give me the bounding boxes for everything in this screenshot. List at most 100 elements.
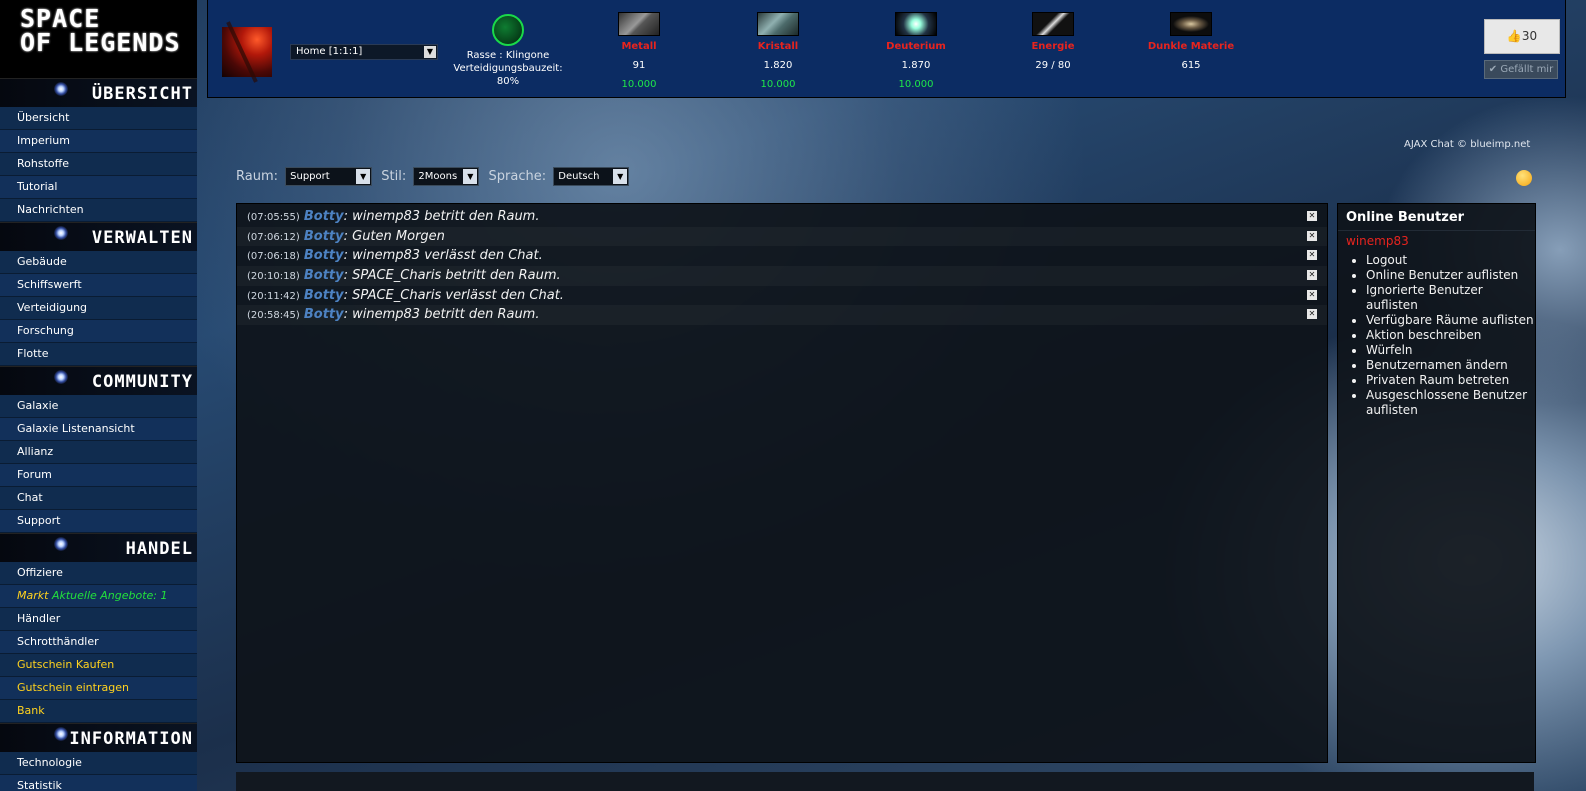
resource-capacity: 10.000 [621,79,657,90]
resource-name: Energie [1031,41,1075,52]
current-user[interactable]: winemp83 [1338,231,1535,251]
message-user[interactable]: Botty [304,209,344,224]
nav-item-allianz[interactable]: Allianz [0,441,197,464]
markt-offers: Aktuelle Angebote: 1 [51,589,168,602]
nav-item-schrotthaendler[interactable]: Schrotthändler [0,631,197,654]
chevron-down-icon: ▼ [463,169,478,184]
message-text: : winemp83 verlässt den Chat. [343,248,543,264]
planet-select[interactable]: Home [1:1:1] ▼ [290,44,438,60]
chat-message: (20:11:42) Botty: SPACE_Charis verlässt … [237,286,1327,306]
message-time: (20:11:42) [247,290,300,302]
delete-icon[interactable]: ✕ [1307,270,1317,281]
nav-item-offiziere[interactable]: Offiziere [0,562,197,585]
nav-item-galaxie[interactable]: Galaxie [0,395,197,418]
menu-describe-action[interactable]: Aktion beschreiben [1366,328,1535,343]
nav-item-bank[interactable]: Bank [0,700,197,723]
section-header-handel: HANDEL [0,533,197,562]
resource-capacity: 10.000 [760,79,796,90]
message-user[interactable]: Botty [304,248,344,263]
nav-item-gutschein-kaufen[interactable]: Gutschein Kaufen [0,654,197,677]
menu-list-rooms[interactable]: Verfügbare Räume auflisten [1366,313,1535,328]
nav-item-rohstoffe[interactable]: Rohstoffe [0,153,197,176]
delete-icon[interactable]: ✕ [1307,250,1317,261]
defense-time-label: Verteidigungsbauzeit: [453,63,563,74]
menu-list-online-users[interactable]: Online Benutzer auflisten [1366,268,1535,283]
nav-item-schiffswerft[interactable]: Schiffswerft [0,274,197,297]
nav-item-support[interactable]: Support [0,510,197,533]
nav-item-verteidigung[interactable]: Verteidigung [0,297,197,320]
style-select[interactable]: 2Moons ▼ [413,167,480,186]
nav-item-gebaeude[interactable]: Gebäude [0,251,197,274]
message-text: : winemp83 betritt den Raum. [343,209,540,224]
resource-kristall[interactable]: Kristall 1.820 10.000 [728,12,828,90]
nav-item-chat[interactable]: Chat [0,487,197,510]
menu-change-username[interactable]: Benutzernamen ändern [1366,358,1535,373]
delete-icon[interactable]: ✕ [1307,211,1317,221]
message-text: : SPACE_Charis betritt den Raum. [343,268,561,284]
like-button[interactable]: ✔ Gefällt mir [1484,60,1558,79]
menu-logout[interactable]: Logout [1366,253,1535,268]
thumbs-up-icon: 👍 [1506,29,1522,43]
resource-energie[interactable]: Energie 29 / 80 [1003,12,1103,71]
message-time: (07:05:55) [247,212,300,223]
chevron-down-icon: ▼ [613,169,628,184]
game-logo[interactable]: SPACE OF LEGENDS [0,0,197,78]
resource-value: 1.870 [901,60,931,71]
message-time: (20:10:18) [247,271,300,283]
message-user[interactable]: Botty [304,288,344,303]
message-user[interactable]: Botty [304,307,344,322]
nav-item-imperium[interactable]: Imperium [0,130,197,153]
defense-time-value: 80% [496,76,520,87]
menu-list-ignored-users[interactable]: Ignorierte Benutzer auflisten [1366,283,1535,313]
nav-item-flotte[interactable]: Flotte [0,343,197,366]
nav-item-uebersicht[interactable]: Übersicht [0,107,197,130]
language-select-value: Deutsch [558,171,600,182]
chat-log[interactable]: (07:05:55) Botty: winemp83 betritt den R… [236,203,1328,763]
resource-name: Dunkle Materie [1147,41,1235,52]
nav-item-markt[interactable]: Markt Aktuelle Angebote: 1 [0,585,197,608]
nav-item-gutschein-eintragen[interactable]: Gutschein eintragen [0,677,197,700]
like-count[interactable]: 👍30 [1484,19,1560,54]
menu-list-banned-users[interactable]: Ausgeschlossene Benutzer auflisten [1366,388,1535,418]
online-users-panel: Online Benutzer winemp83 Logout Online B… [1337,203,1536,763]
planet-image[interactable] [222,27,272,77]
delete-icon[interactable]: ✕ [1307,230,1317,241]
section-title: INFORMATION [69,729,193,749]
language-select[interactable]: Deutsch ▼ [553,167,630,186]
resource-deuterium[interactable]: Deuterium 1.870 10.000 [866,12,966,90]
nav-item-technologie[interactable]: Technologie [0,752,197,775]
star-icon [54,226,68,240]
room-select-value: Support [290,171,330,182]
check-icon: ✔ [1488,64,1498,75]
sidebar: SPACE OF LEGENDS ÜBERSICHT Übersicht Imp… [0,0,197,791]
room-select[interactable]: Support ▼ [285,167,373,186]
delete-icon[interactable]: ✕ [1307,289,1317,300]
nav-item-galaxie-listenansicht[interactable]: Galaxie Listenansicht [0,418,197,441]
message-time: (20:58:45) [247,310,300,322]
nav-item-statistik[interactable]: Statistik [0,775,197,791]
resource-dunkle-materie[interactable]: Dunkle Materie 615 [1141,12,1241,71]
section-title: COMMUNITY [91,372,193,392]
race-info: Rasse : Klingone Verteidigungsbauzeit: 8… [453,14,563,88]
menu-roll-dice[interactable]: Würfeln [1366,343,1535,358]
nav-item-tutorial[interactable]: Tutorial [0,176,197,199]
message-user[interactable]: Botty [304,268,344,283]
resource-name: Metall [621,41,657,52]
resource-metall[interactable]: Metall 91 10.000 [589,12,689,90]
online-users-title: Online Benutzer [1338,204,1535,231]
chevron-down-icon: ▼ [356,169,371,184]
like-button-label: Gefällt mir [1500,64,1554,75]
delete-icon[interactable]: ✕ [1307,309,1317,320]
message-user[interactable]: Botty [304,229,344,244]
nav-item-nachrichten[interactable]: Nachrichten [0,199,197,222]
nav-item-forschung[interactable]: Forschung [0,320,197,343]
message-time: (07:06:18) [247,251,300,263]
nav-item-haendler[interactable]: Händler [0,608,197,631]
nav-item-forum[interactable]: Forum [0,464,197,487]
chat-message: (07:06:18) Botty: winemp83 verlässt den … [237,246,1327,266]
chat-credit-link[interactable]: AJAX Chat © blueimp.net [1404,139,1530,150]
resource-value: 29 / 80 [1035,60,1071,71]
menu-enter-private-room[interactable]: Privaten Raum betreten [1366,373,1535,388]
galaxy-icon [1170,12,1212,36]
chat-input-bar[interactable] [236,772,1534,791]
